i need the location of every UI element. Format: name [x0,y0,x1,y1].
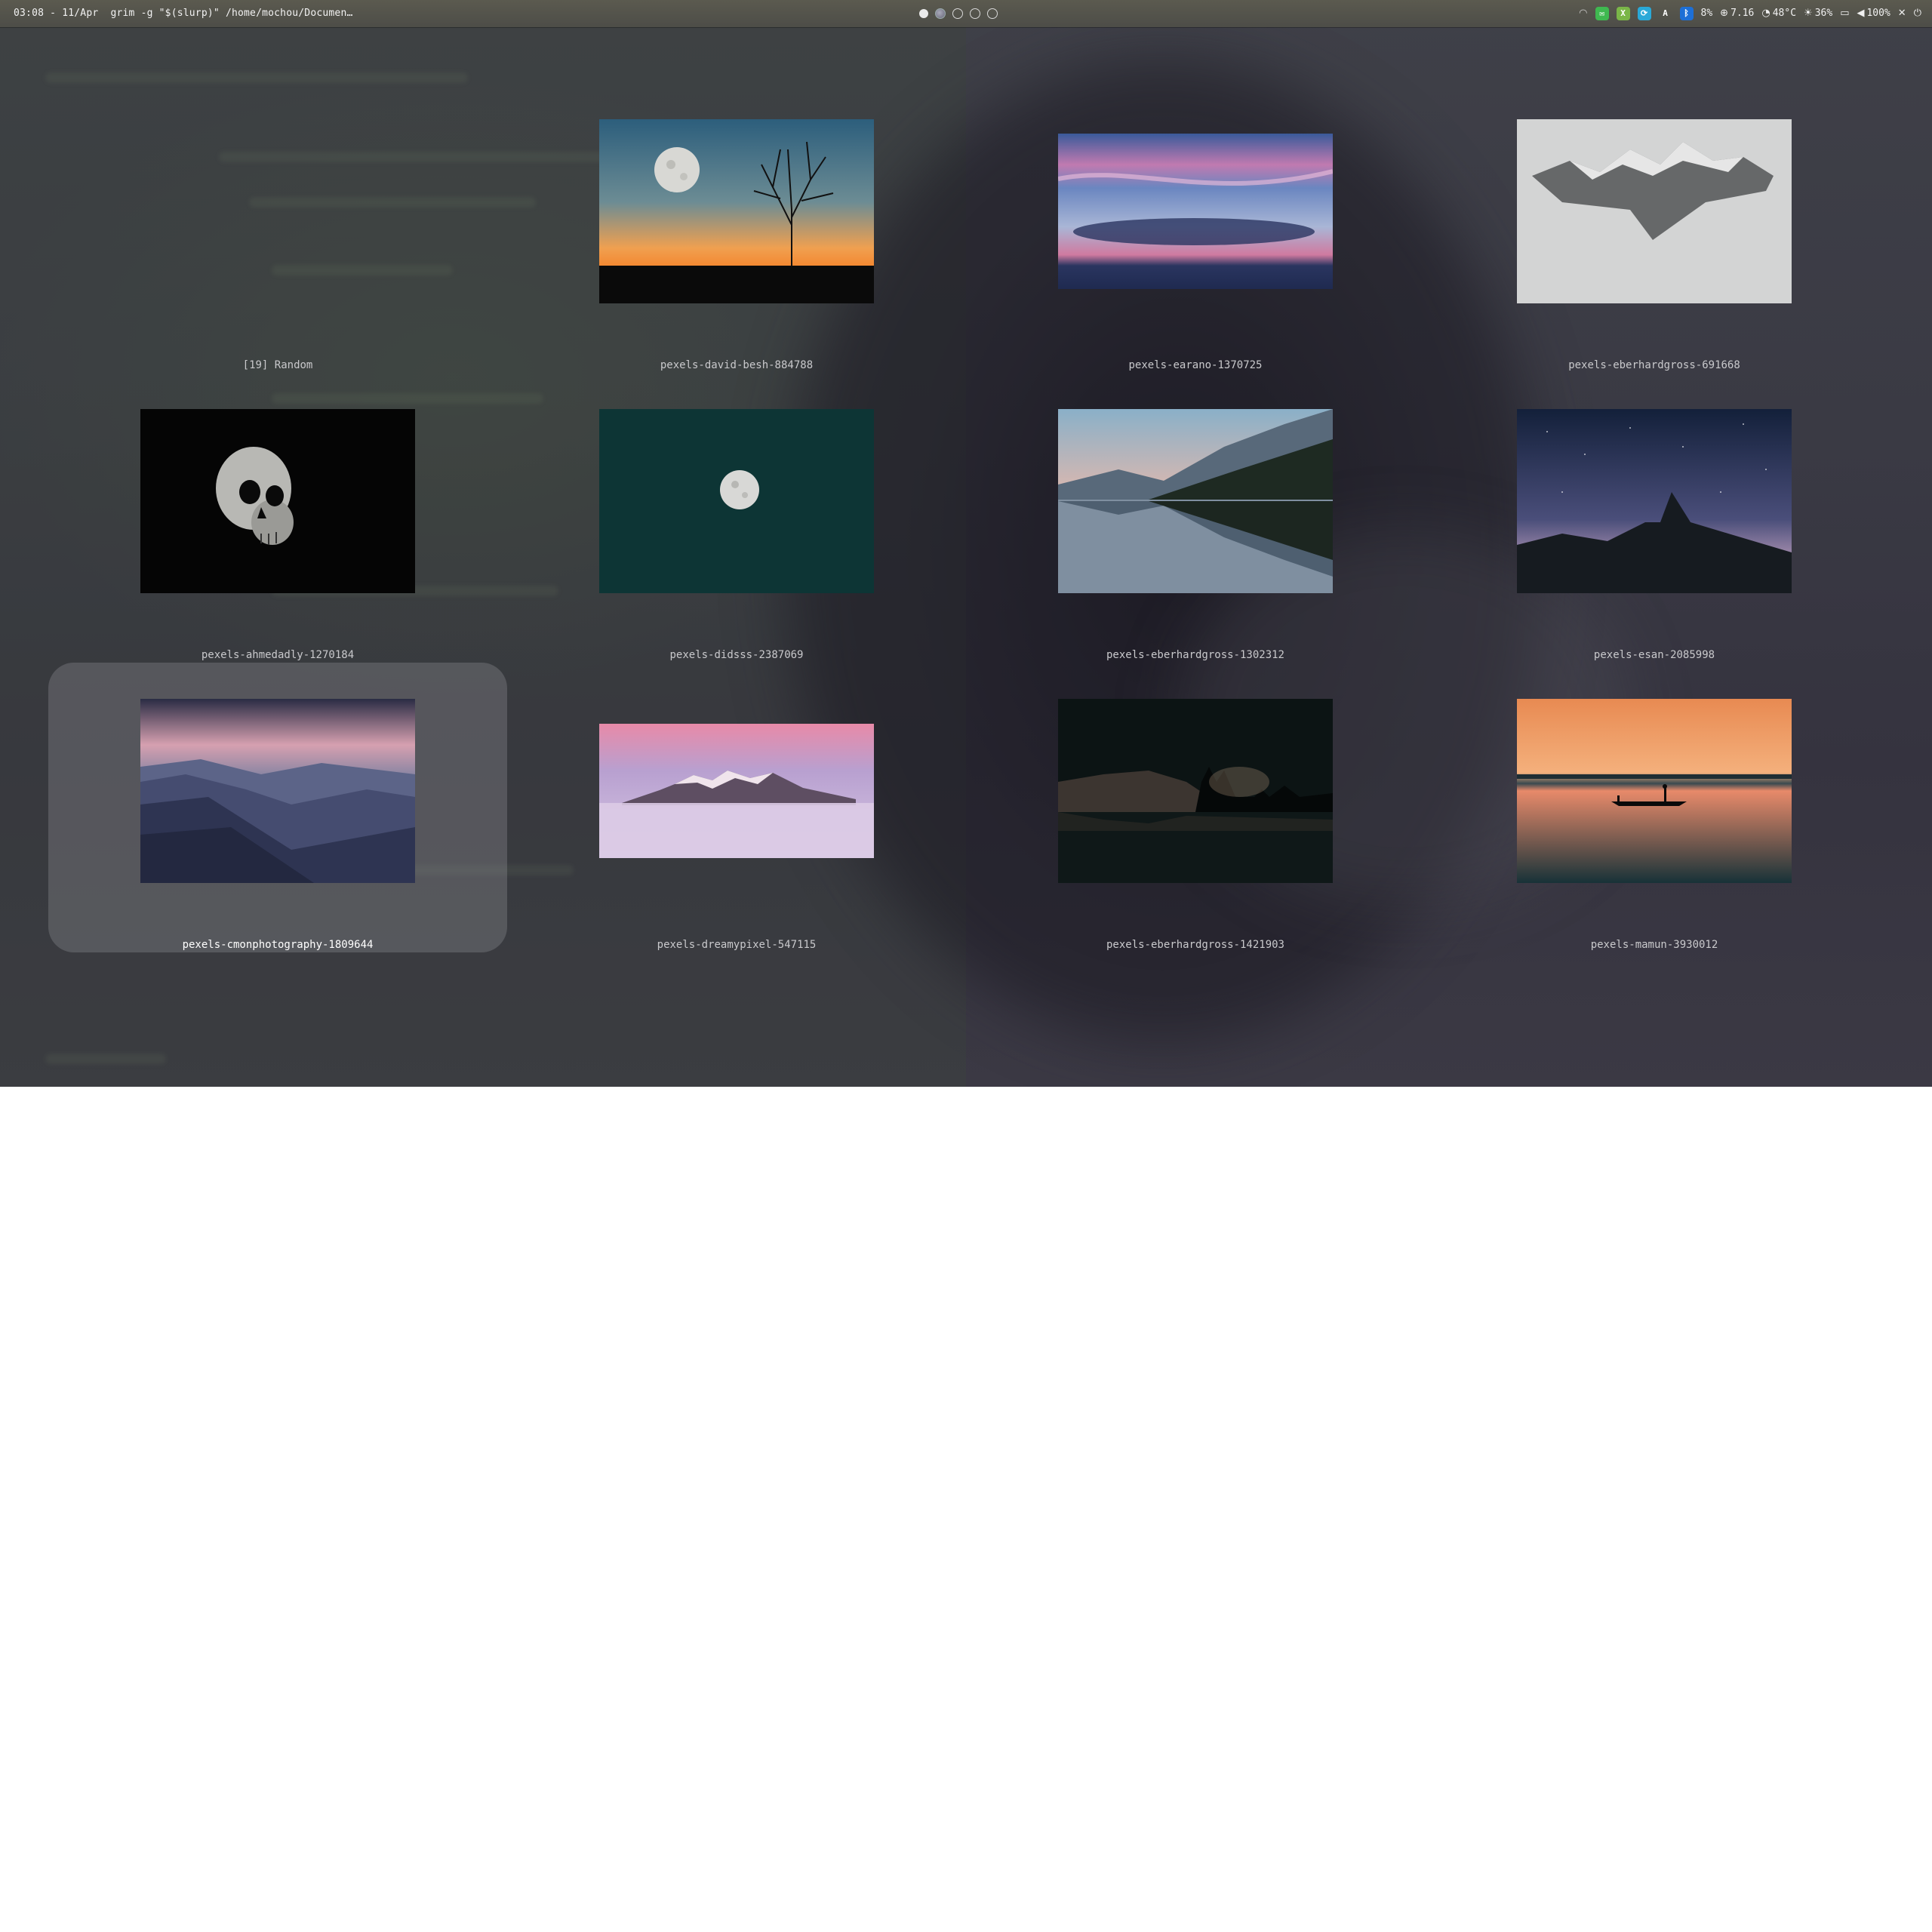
mic-muted-icon[interactable]: ✕ [1898,0,1906,27]
active-window-title[interactable]: grim -g "$(slurp)" /home/mochou/Documen… [110,8,352,19]
wallpaper-thumbnail-area [1425,663,1884,919]
wallpaper-item[interactable]: pexels-david-besh-884788 [507,83,966,373]
wallpaper-label: pexels-earano-1370725 [1128,359,1263,371]
wallpaper-item[interactable]: pexels-eberhardgross-1421903 [966,663,1425,952]
brightness-value: 36% [1814,8,1833,19]
wallpaper-thumbnail [140,409,415,593]
system-tray: ◠ ✉ X ⟳ A ᛒ 8% ⊕ 7.16 ◔ 48°C ☀ 36% ▭ ◀ 100% ✕ ⏻ [1579,0,1921,27]
wallpaper-item[interactable]: pexels-mamun-3930012 [1425,663,1884,952]
load-average[interactable]: ⊕ 7.16 [1720,0,1754,27]
wallpaper-item[interactable]: pexels-ahmedadly-1270184 [48,373,507,663]
wallpaper-thumbnail-area [966,373,1425,629]
wallpaper-item[interactable]: [19] Random [48,83,507,373]
wallpaper-thumbnail [1517,119,1792,303]
wallpaper-thumbnail [1058,409,1333,593]
temp-value: 48°C [1772,8,1797,19]
wallpaper-thumbnail-area [966,83,1425,340]
cpu-usage[interactable]: 8% [1701,0,1713,27]
topbar-left: 03:08 - 11/Apr grim -g "$(slurp)" /home/… [14,0,353,27]
desktop-screen: 03:08 - 11/Apr grim -g "$(slurp)" /home/… [0,0,1932,1087]
wallpaper-item[interactable]: pexels-dreamypixel-547115 [507,663,966,952]
xfce-icon[interactable]: X [1616,7,1630,20]
wallpaper-thumbnail-area [507,663,966,919]
wallpaper-thumbnail [1058,134,1333,289]
wallpaper-item[interactable]: pexels-earano-1370725 [966,83,1425,373]
temperature[interactable]: ◔ 48°C [1761,0,1796,27]
wallpaper-label: pexels-david-besh-884788 [660,359,814,371]
volume-value: 100% [1866,8,1890,19]
wallpaper-thumbnail [1517,409,1792,593]
wallpaper-thumbnail-area [1425,373,1884,629]
workspace-indicator [919,7,998,20]
battery-icon: ▭ [1840,8,1850,19]
wallpaper-thumbnail [599,409,874,593]
wallpaper-thumbnail [1517,699,1792,883]
wallpaper-thumbnail [599,724,874,858]
workspace-4[interactable] [970,8,980,19]
tray-icons: ✉ X ⟳ A ᛒ [1595,7,1694,20]
speaker-icon: ◀ [1857,8,1865,19]
wallpaper-label: [19] Random [242,359,313,371]
green-app-icon[interactable]: ✉ [1595,7,1609,20]
workspace-3[interactable] [952,8,963,19]
volume[interactable]: ◀ 100% [1857,0,1890,27]
wallpaper-item[interactable]: pexels-didsss-2387069 [507,373,966,663]
wallpaper-thumbnail-area [507,373,966,629]
bluetooth-icon[interactable]: ᛒ [1679,7,1694,20]
wallpaper-label: pexels-eberhardgross-1302312 [1106,649,1284,661]
wallpaper-thumbnail-area [1425,83,1884,340]
wallpaper-item[interactable]: pexels-eberhardgross-1302312 [966,373,1425,663]
wallpaper-label: pexels-esan-2085998 [1593,649,1715,661]
keyboard-layout-icon[interactable]: A [1659,7,1672,20]
wallpaper-thumbnail-area [966,663,1425,919]
top-status-bar: 03:08 - 11/Apr grim -g "$(slurp)" /home/… [0,0,1932,27]
wallpaper-label: pexels-eberhardgross-1421903 [1106,939,1284,951]
wallpaper-label: pexels-mamun-3930012 [1590,939,1718,951]
cpu-value: 8% [1700,8,1713,19]
wallpaper-thumbnail-area [48,83,507,340]
wallpaper-label: pexels-cmonphotography-1809644 [182,939,374,951]
clock[interactable]: 03:08 - 11/Apr [14,8,98,19]
battery[interactable]: ▭ [1840,0,1849,27]
workspace-5[interactable] [987,8,998,19]
brightness[interactable]: ☀ 36% [1804,0,1832,27]
sync-icon[interactable]: ⟳ [1637,7,1651,20]
load-value: 7.16 [1730,8,1755,19]
wallpaper-label: pexels-dreamypixel-547115 [657,939,817,951]
wallpaper-thumbnail [140,699,415,883]
wallpaper-label: pexels-ahmedadly-1270184 [201,649,355,661]
power-icon[interactable]: ⏻ [1914,0,1921,27]
cpu-chip-icon: ⊕ [1720,8,1729,19]
brightness-icon: ☀ [1804,8,1813,19]
wallpaper-thumbnail-area [48,373,507,629]
wallpaper-thumbnail-area [507,83,966,340]
wallpaper-label: pexels-eberhardgross-691668 [1568,359,1740,371]
wifi-icon[interactable]: ◠ [1579,0,1587,27]
wallpaper-thumbnail [1058,699,1333,883]
workspace-1[interactable] [919,9,928,18]
wallpaper-item[interactable]: pexels-cmonphotography-1809644 [48,663,507,952]
workspace-2[interactable] [935,8,946,19]
wallpaper-thumbnail [599,119,874,303]
wallpaper-label: pexels-didsss-2387069 [669,649,804,661]
wallpaper-item[interactable]: pexels-esan-2085998 [1425,373,1884,663]
wallpaper-item[interactable]: pexels-eberhardgross-691668 [1425,83,1884,373]
wallpaper-thumbnail-area [48,663,507,919]
thermometer-icon: ◔ [1761,8,1770,19]
